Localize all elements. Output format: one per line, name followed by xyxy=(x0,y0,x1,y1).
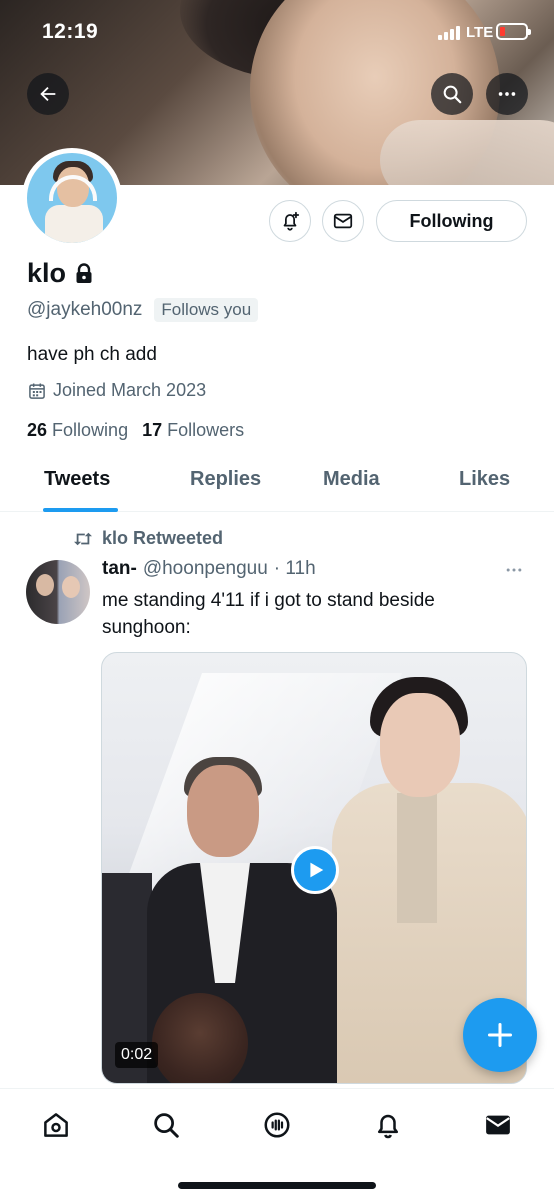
profile-tabs: Tweets Replies Media Likes xyxy=(0,456,554,512)
video-duration: 0:02 xyxy=(115,1042,159,1068)
status-bar: 12:19 LTE xyxy=(0,0,554,64)
notifications-button[interactable] xyxy=(269,200,311,242)
followers-count: 17 xyxy=(142,420,163,440)
more-horizontal-icon xyxy=(498,92,516,96)
envelope-icon xyxy=(333,213,353,229)
tweet-more-button[interactable] xyxy=(504,560,524,585)
calendar-icon xyxy=(29,383,45,399)
play-icon xyxy=(310,862,324,878)
back-button[interactable] xyxy=(27,73,69,115)
tweet-video[interactable]: 0:02 xyxy=(101,652,527,1084)
active-tab-indicator xyxy=(43,508,118,512)
retweet-label: klo Retweeted xyxy=(102,528,224,548)
following-label: Following xyxy=(52,420,129,440)
following-count-link[interactable]: 26 Following xyxy=(27,420,128,441)
name-row: klo xyxy=(27,258,94,289)
tweet-header: tan- @hoonpenguu · 11h xyxy=(102,558,316,580)
tab-likes[interactable]: Likes xyxy=(459,468,510,491)
followers-count-link[interactable]: 17 Followers xyxy=(142,420,244,441)
compose-tweet-button[interactable] xyxy=(463,998,537,1072)
tab-tweets[interactable]: Tweets xyxy=(44,468,110,491)
tab-media[interactable]: Media xyxy=(323,468,380,491)
plus-icon xyxy=(487,1022,513,1048)
followers-label: Followers xyxy=(167,420,245,440)
tab-replies[interactable]: Replies xyxy=(190,468,261,491)
search-button[interactable] xyxy=(431,73,473,115)
home-icon xyxy=(44,1113,68,1137)
tweet-author-handle[interactable]: @hoonpenguu xyxy=(143,558,268,580)
follow-counts: 26 Following 17 Followers xyxy=(27,420,244,441)
handle-row: @jaykeh00nz Follows you xyxy=(27,298,259,322)
display-name: klo xyxy=(27,258,67,288)
joined-date: Joined March 2023 xyxy=(27,380,206,401)
profile-bio: have ph ch add xyxy=(27,344,157,365)
bell-plus-icon xyxy=(283,211,300,231)
mail-icon xyxy=(486,1115,510,1135)
home-indicator xyxy=(178,1182,376,1189)
signal-icon xyxy=(438,26,460,40)
nav-messages[interactable] xyxy=(478,1105,518,1145)
retweet-icon xyxy=(74,532,92,545)
banner-image-arm xyxy=(380,120,554,185)
network-label: LTE xyxy=(466,24,494,41)
nav-notifications[interactable] xyxy=(368,1105,408,1145)
more-button[interactable] xyxy=(486,73,528,115)
tweet-author-name[interactable]: tan- xyxy=(102,558,137,580)
retweet-context[interactable]: klo Retweeted xyxy=(72,528,223,549)
more-horizontal-icon xyxy=(506,568,522,572)
profile-avatar[interactable] xyxy=(22,148,122,248)
lock-icon xyxy=(76,262,92,283)
tweet-text: me standing 4'11 if i got to stand besid… xyxy=(102,590,435,638)
bell-icon xyxy=(378,1114,398,1139)
nav-home[interactable] xyxy=(36,1105,76,1145)
status-time: 12:19 xyxy=(42,20,99,43)
following-count: 26 xyxy=(27,420,48,440)
search-icon xyxy=(443,85,462,104)
follows-you-badge: Follows you xyxy=(154,298,259,322)
tweet-author-avatar[interactable] xyxy=(26,560,90,624)
user-handle: @jaykeh00nz xyxy=(27,299,143,320)
tweet-time: · 11h xyxy=(273,558,316,579)
battery-icon xyxy=(496,23,531,40)
play-button[interactable] xyxy=(291,846,339,894)
search-icon xyxy=(154,1113,179,1138)
arrow-left-icon xyxy=(40,86,56,102)
joined-label: Joined March 2023 xyxy=(53,380,207,400)
nav-spaces[interactable] xyxy=(257,1105,297,1145)
following-button[interactable]: Following xyxy=(376,200,527,242)
nav-search[interactable] xyxy=(146,1105,186,1145)
spaces-icon xyxy=(264,1112,290,1138)
message-button[interactable] xyxy=(322,200,364,242)
